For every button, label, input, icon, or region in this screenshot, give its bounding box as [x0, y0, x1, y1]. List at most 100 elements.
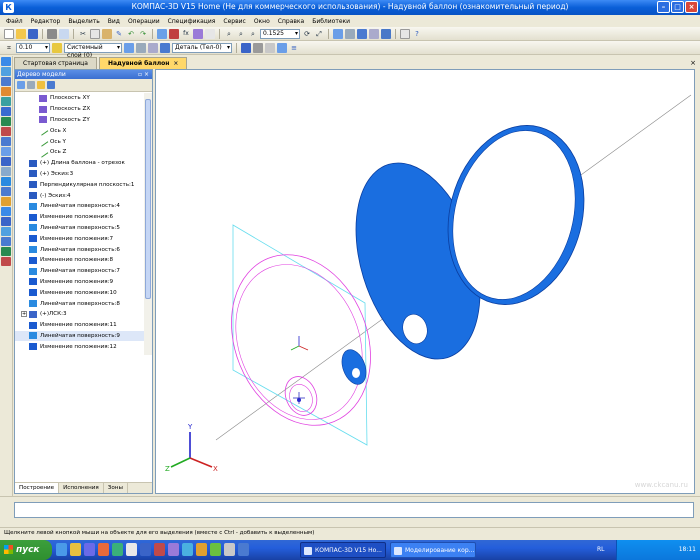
tree-item[interactable]: Линейчатая поверхность:9: [15, 330, 144, 342]
part-icon[interactable]: [160, 42, 170, 53]
style-icon[interactable]: [52, 42, 62, 53]
model-canvas[interactable]: Y X Z: [156, 70, 696, 495]
hidden-lines-icon[interactable]: [381, 28, 391, 39]
tree-item[interactable]: Изменение положения:7: [15, 233, 144, 244]
tree-item[interactable]: Ось X: [15, 125, 144, 136]
tree-item[interactable]: + (+)ЛСК:3: [15, 309, 144, 320]
compact-tool-icon[interactable]: [1, 137, 11, 146]
hatch-icon[interactable]: [265, 42, 275, 53]
tree-item[interactable]: Линейчатая поверхность:4: [15, 201, 144, 212]
part-select[interactable]: Деталь (Тел-0): [172, 42, 232, 53]
tree-item[interactable]: Плоскость ZY: [15, 115, 144, 126]
paste-icon[interactable]: [102, 28, 112, 39]
shading-icon[interactable]: [357, 28, 367, 39]
zoom-window-icon[interactable]: ⌕: [236, 29, 246, 39]
wireframe-icon[interactable]: [369, 28, 379, 39]
tree-item[interactable]: (-) Эскиз:4: [15, 190, 144, 201]
print-icon[interactable]: [47, 28, 57, 39]
start-button[interactable]: пуск: [0, 540, 52, 560]
open-folder-icon[interactable]: [16, 28, 26, 39]
tree-item[interactable]: Изменение положения:8: [15, 255, 144, 266]
text-icon[interactable]: [205, 28, 215, 39]
zoom-in-icon[interactable]: ⌕: [224, 29, 234, 39]
tree-item[interactable]: Изменение положения:6: [15, 212, 144, 223]
tree-item[interactable]: Изменение положения:11: [15, 320, 144, 331]
quick-launch-icon[interactable]: [84, 543, 95, 556]
quick-launch-icon[interactable]: [112, 543, 123, 556]
menu-help[interactable]: Справка: [278, 18, 304, 25]
close-button[interactable]: ×: [685, 1, 698, 13]
tree-item[interactable]: Линейчатая поверхность:6: [15, 244, 144, 255]
manager-icon[interactable]: [157, 28, 167, 39]
compact-tool-icon[interactable]: [1, 247, 11, 256]
help-icon[interactable]: ?: [412, 29, 422, 39]
grid-icon[interactable]: [345, 28, 355, 39]
compact-tool-icon[interactable]: [1, 157, 11, 166]
perspective-icon[interactable]: [400, 28, 410, 39]
new-document-icon[interactable]: [4, 28, 14, 39]
close-document-icon[interactable]: ×: [690, 57, 696, 69]
rotate-icon[interactable]: ⤢: [314, 29, 324, 39]
menu-view[interactable]: Вид: [108, 18, 120, 25]
menu-select[interactable]: Выделить: [68, 18, 99, 25]
menu-file[interactable]: Файл: [6, 18, 23, 25]
properties-field[interactable]: [14, 502, 694, 518]
taskbar-item-document[interactable]: Моделирование кор...: [390, 542, 476, 558]
quick-launch-icon[interactable]: [224, 543, 235, 556]
tree-item[interactable]: Линейчатая поверхность:5: [15, 223, 144, 234]
compact-tool-icon[interactable]: [1, 57, 11, 66]
undo-icon[interactable]: ↶: [126, 29, 136, 39]
menu-edit[interactable]: Редактор: [31, 18, 61, 25]
quick-launch-icon[interactable]: [140, 543, 151, 556]
minimize-button[interactable]: –: [657, 1, 670, 13]
quick-launch-icon[interactable]: [126, 543, 137, 556]
tree-item[interactable]: (+) Длина баллона - отрезок: [15, 158, 144, 169]
valve-point-marker[interactable]: [293, 392, 305, 404]
tab-close-icon[interactable]: ×: [173, 60, 178, 67]
tree-item[interactable]: (+) Эскиз:3: [15, 169, 144, 180]
tab-balloon[interactable]: Надувной баллон ×: [98, 57, 188, 69]
quick-launch-icon[interactable]: [168, 543, 179, 556]
tree-item[interactable]: Линейчатая поверхность:7: [15, 266, 144, 277]
quick-launch-icon[interactable]: [210, 543, 221, 556]
filter-icon[interactable]: [277, 42, 287, 53]
panel-pin-icon[interactable]: ▫ ×: [138, 70, 149, 79]
options-icon[interactable]: ≡: [289, 43, 299, 53]
properties-icon[interactable]: [148, 42, 158, 53]
tree-view-icon[interactable]: [47, 81, 55, 89]
quick-launch-icon[interactable]: [98, 543, 109, 556]
orientation-icon[interactable]: [333, 28, 343, 39]
tab-start-page[interactable]: Стартовая страница: [14, 57, 97, 69]
compact-tool-icon[interactable]: [1, 207, 11, 216]
tree-sort-icon[interactable]: [27, 81, 35, 89]
compact-tool-icon[interactable]: [1, 77, 11, 86]
tree-item[interactable]: Перпендикулярная плоскость:1: [15, 179, 144, 190]
compact-tool-icon[interactable]: [1, 67, 11, 76]
quick-launch-icon[interactable]: [70, 543, 81, 556]
tree-item[interactable]: Плоскость XY: [15, 93, 144, 104]
copy-icon[interactable]: [90, 28, 100, 39]
line-width-field[interactable]: 0.10: [16, 42, 50, 53]
compact-tool-icon[interactable]: [1, 107, 11, 116]
compact-tool-icon[interactable]: [1, 187, 11, 196]
color-icon[interactable]: [136, 42, 146, 53]
compact-tool-icon[interactable]: [1, 167, 11, 176]
menu-specification[interactable]: Спецификация: [168, 18, 216, 25]
taskbar-item-kompas[interactable]: КОМПАС-3D V15 Ho...: [300, 542, 386, 558]
mcs-icon[interactable]: [253, 42, 263, 53]
variables-icon[interactable]: [193, 28, 203, 39]
tree-item[interactable]: Ось Z: [15, 147, 144, 158]
compact-tool-icon[interactable]: [1, 217, 11, 226]
menu-service[interactable]: Сервис: [223, 18, 245, 25]
zoom-field[interactable]: 0.1525: [260, 28, 300, 39]
compact-tool-icon[interactable]: [1, 237, 11, 246]
zoom-out-icon[interactable]: ⌕: [248, 29, 258, 39]
layer-icon[interactable]: [124, 42, 134, 53]
tree-expander-icon[interactable]: +: [21, 311, 27, 318]
scrollbar-thumb[interactable]: [145, 99, 151, 299]
tree-item[interactable]: Изменение положения:10: [15, 287, 144, 298]
menu-operations[interactable]: Операции: [128, 18, 160, 25]
quick-launch-icon[interactable]: [154, 543, 165, 556]
tab-construction[interactable]: Построение: [15, 483, 60, 493]
tab-versions[interactable]: Исполнения: [59, 483, 104, 493]
